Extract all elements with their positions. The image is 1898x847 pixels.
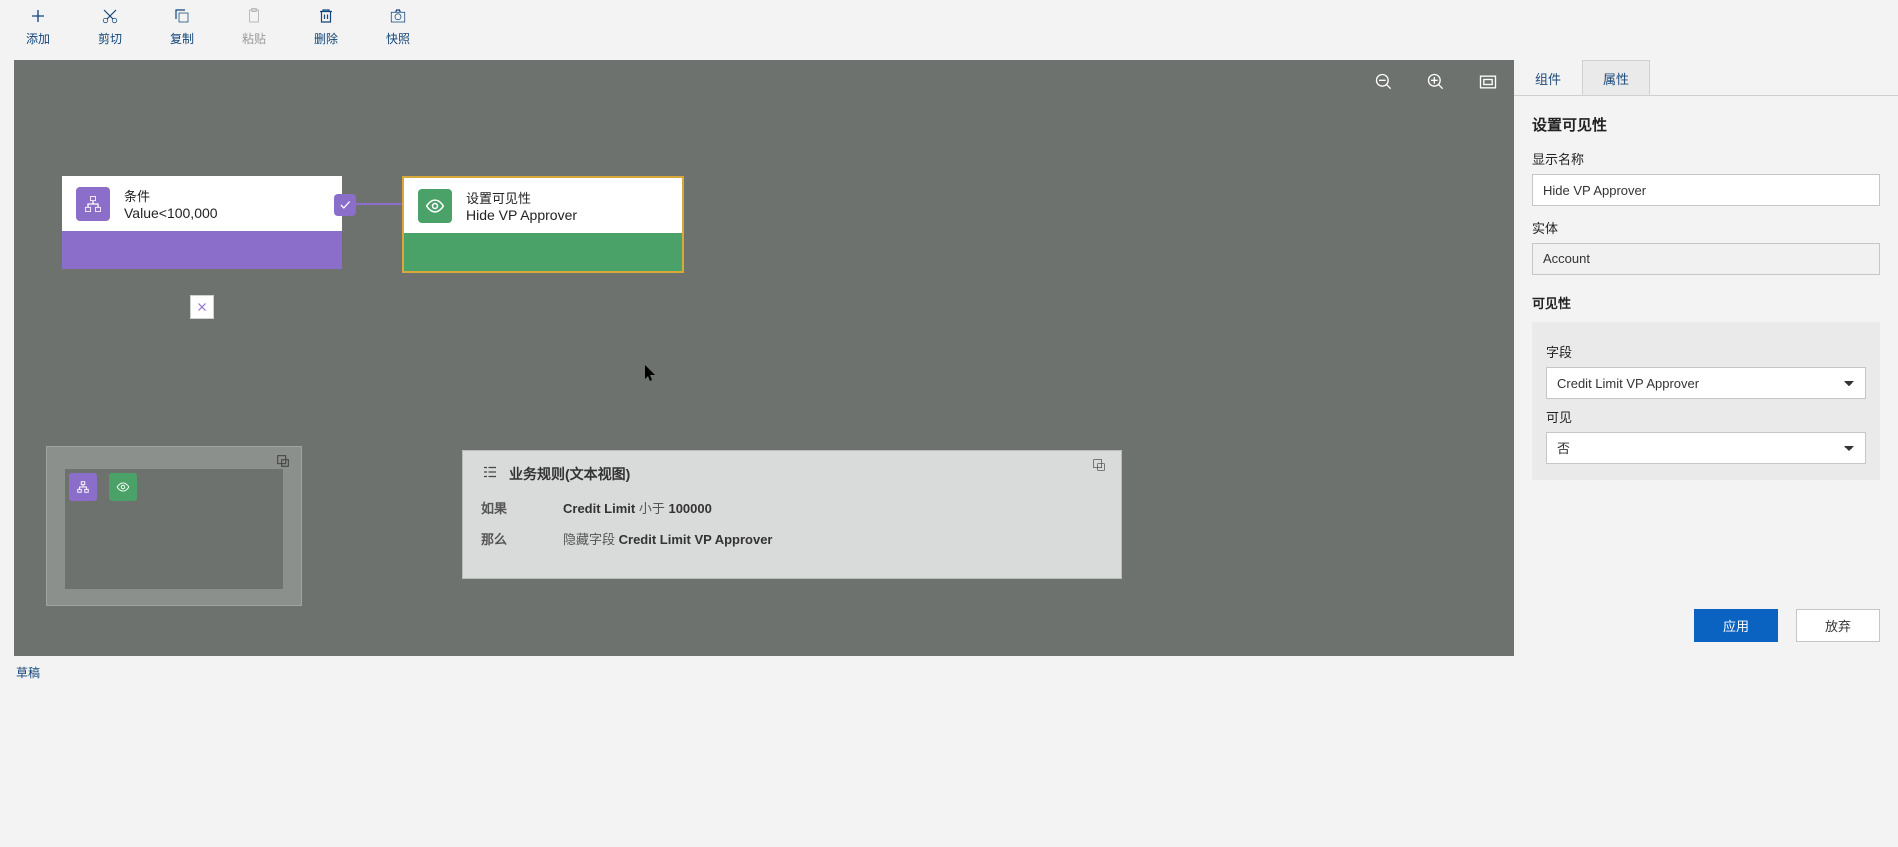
section-title: 设置可见性 bbox=[1532, 114, 1880, 135]
text-view-panel: 业务规则(文本视图) 如果 Credit Limit 小于 100000 那么 … bbox=[462, 450, 1122, 579]
zoom-out-button[interactable] bbox=[1372, 70, 1396, 94]
delete-label: 删除 bbox=[314, 30, 338, 47]
cursor-icon bbox=[644, 364, 658, 385]
add-button[interactable]: 添加 bbox=[18, 6, 58, 54]
copy-label: 复制 bbox=[170, 30, 194, 47]
tab-components[interactable]: 组件 bbox=[1514, 60, 1582, 95]
condition-title: 条件 bbox=[124, 186, 218, 205]
paste-label: 粘贴 bbox=[242, 30, 266, 47]
condition-true-port[interactable] bbox=[334, 194, 356, 216]
field-select[interactable]: Credit Limit VP Approver bbox=[1546, 367, 1866, 399]
paste-button[interactable]: 粘贴 bbox=[234, 6, 274, 54]
branch-icon bbox=[76, 187, 110, 221]
condition-node[interactable]: 条件 Value<100,000 bbox=[62, 176, 342, 269]
cut-button[interactable]: 剪切 bbox=[90, 6, 130, 54]
camera-icon bbox=[388, 6, 408, 26]
condition-expression: Value<100,000 bbox=[124, 205, 218, 221]
if-label: 如果 bbox=[481, 498, 563, 517]
entity-label: 实体 bbox=[1532, 218, 1880, 237]
action-subtitle: Hide VP Approver bbox=[466, 207, 577, 223]
field-label: 字段 bbox=[1546, 342, 1866, 361]
then-value: 隐藏字段 Credit Limit VP Approver bbox=[563, 529, 773, 548]
delete-button[interactable]: 删除 bbox=[306, 6, 346, 54]
visibility-icon bbox=[418, 189, 452, 223]
visible-label: 可见 bbox=[1546, 407, 1866, 426]
toolbar: 添加 剪切 复制 粘贴 删除 快照 bbox=[0, 0, 1898, 58]
action-title: 设置可见性 bbox=[466, 188, 577, 207]
panel-tabs: 组件 属性 bbox=[1514, 60, 1898, 96]
design-canvas[interactable]: 条件 Value<100,000 设置可见性 Hide VP Approver bbox=[14, 60, 1514, 656]
minimap-connector bbox=[97, 486, 109, 488]
scissors-icon bbox=[100, 6, 120, 26]
canvas-controls bbox=[1372, 70, 1500, 94]
fit-screen-button[interactable] bbox=[1476, 70, 1500, 94]
visibility-group: 字段 Credit Limit VP Approver 可见 否 bbox=[1532, 322, 1880, 480]
copy-button[interactable]: 复制 bbox=[162, 6, 202, 54]
status-draft: 草稿 bbox=[16, 666, 40, 680]
discard-button[interactable]: 放弃 bbox=[1796, 609, 1880, 642]
tab-properties[interactable]: 属性 bbox=[1582, 60, 1650, 95]
display-name-input[interactable] bbox=[1532, 174, 1880, 206]
minimap-action-icon bbox=[109, 473, 137, 501]
add-label: 添加 bbox=[26, 30, 50, 47]
list-icon bbox=[481, 463, 499, 484]
snapshot-label: 快照 bbox=[386, 30, 410, 47]
plus-icon bbox=[28, 6, 48, 26]
text-view-title: 业务规则(文本视图) bbox=[509, 464, 630, 484]
visible-select[interactable]: 否 bbox=[1546, 432, 1866, 464]
minimap[interactable] bbox=[46, 446, 302, 606]
main: 条件 Value<100,000 设置可见性 Hide VP Approver bbox=[0, 58, 1898, 656]
if-value: Credit Limit 小于 100000 bbox=[563, 498, 712, 517]
copy-icon bbox=[172, 6, 192, 26]
trash-icon bbox=[316, 6, 336, 26]
then-label: 那么 bbox=[481, 529, 563, 548]
minimap-condition-icon bbox=[69, 473, 97, 501]
condition-false-port[interactable] bbox=[190, 295, 214, 319]
zoom-in-button[interactable] bbox=[1424, 70, 1448, 94]
minimap-viewport[interactable] bbox=[65, 469, 283, 589]
panel-actions: 应用 放弃 bbox=[1514, 609, 1898, 656]
paste-icon bbox=[244, 6, 264, 26]
text-view-popout-button[interactable] bbox=[1091, 457, 1109, 475]
visibility-section-label: 可见性 bbox=[1532, 293, 1880, 312]
properties-panel: 组件 属性 设置可见性 显示名称 实体 Account 可见性 字段 Credi… bbox=[1514, 58, 1898, 656]
connector-line bbox=[354, 203, 402, 205]
status-bar: 草稿 bbox=[0, 656, 1898, 688]
apply-button[interactable]: 应用 bbox=[1694, 609, 1778, 642]
snapshot-button[interactable]: 快照 bbox=[378, 6, 418, 54]
entity-field: Account bbox=[1532, 243, 1880, 275]
action-dropzone[interactable] bbox=[404, 233, 682, 271]
display-name-label: 显示名称 bbox=[1532, 149, 1880, 168]
cut-label: 剪切 bbox=[98, 30, 122, 47]
properties-form: 设置可见性 显示名称 实体 Account 可见性 字段 Credit Limi… bbox=[1514, 96, 1898, 480]
condition-dropzone[interactable] bbox=[62, 231, 342, 269]
action-node[interactable]: 设置可见性 Hide VP Approver bbox=[402, 176, 684, 273]
